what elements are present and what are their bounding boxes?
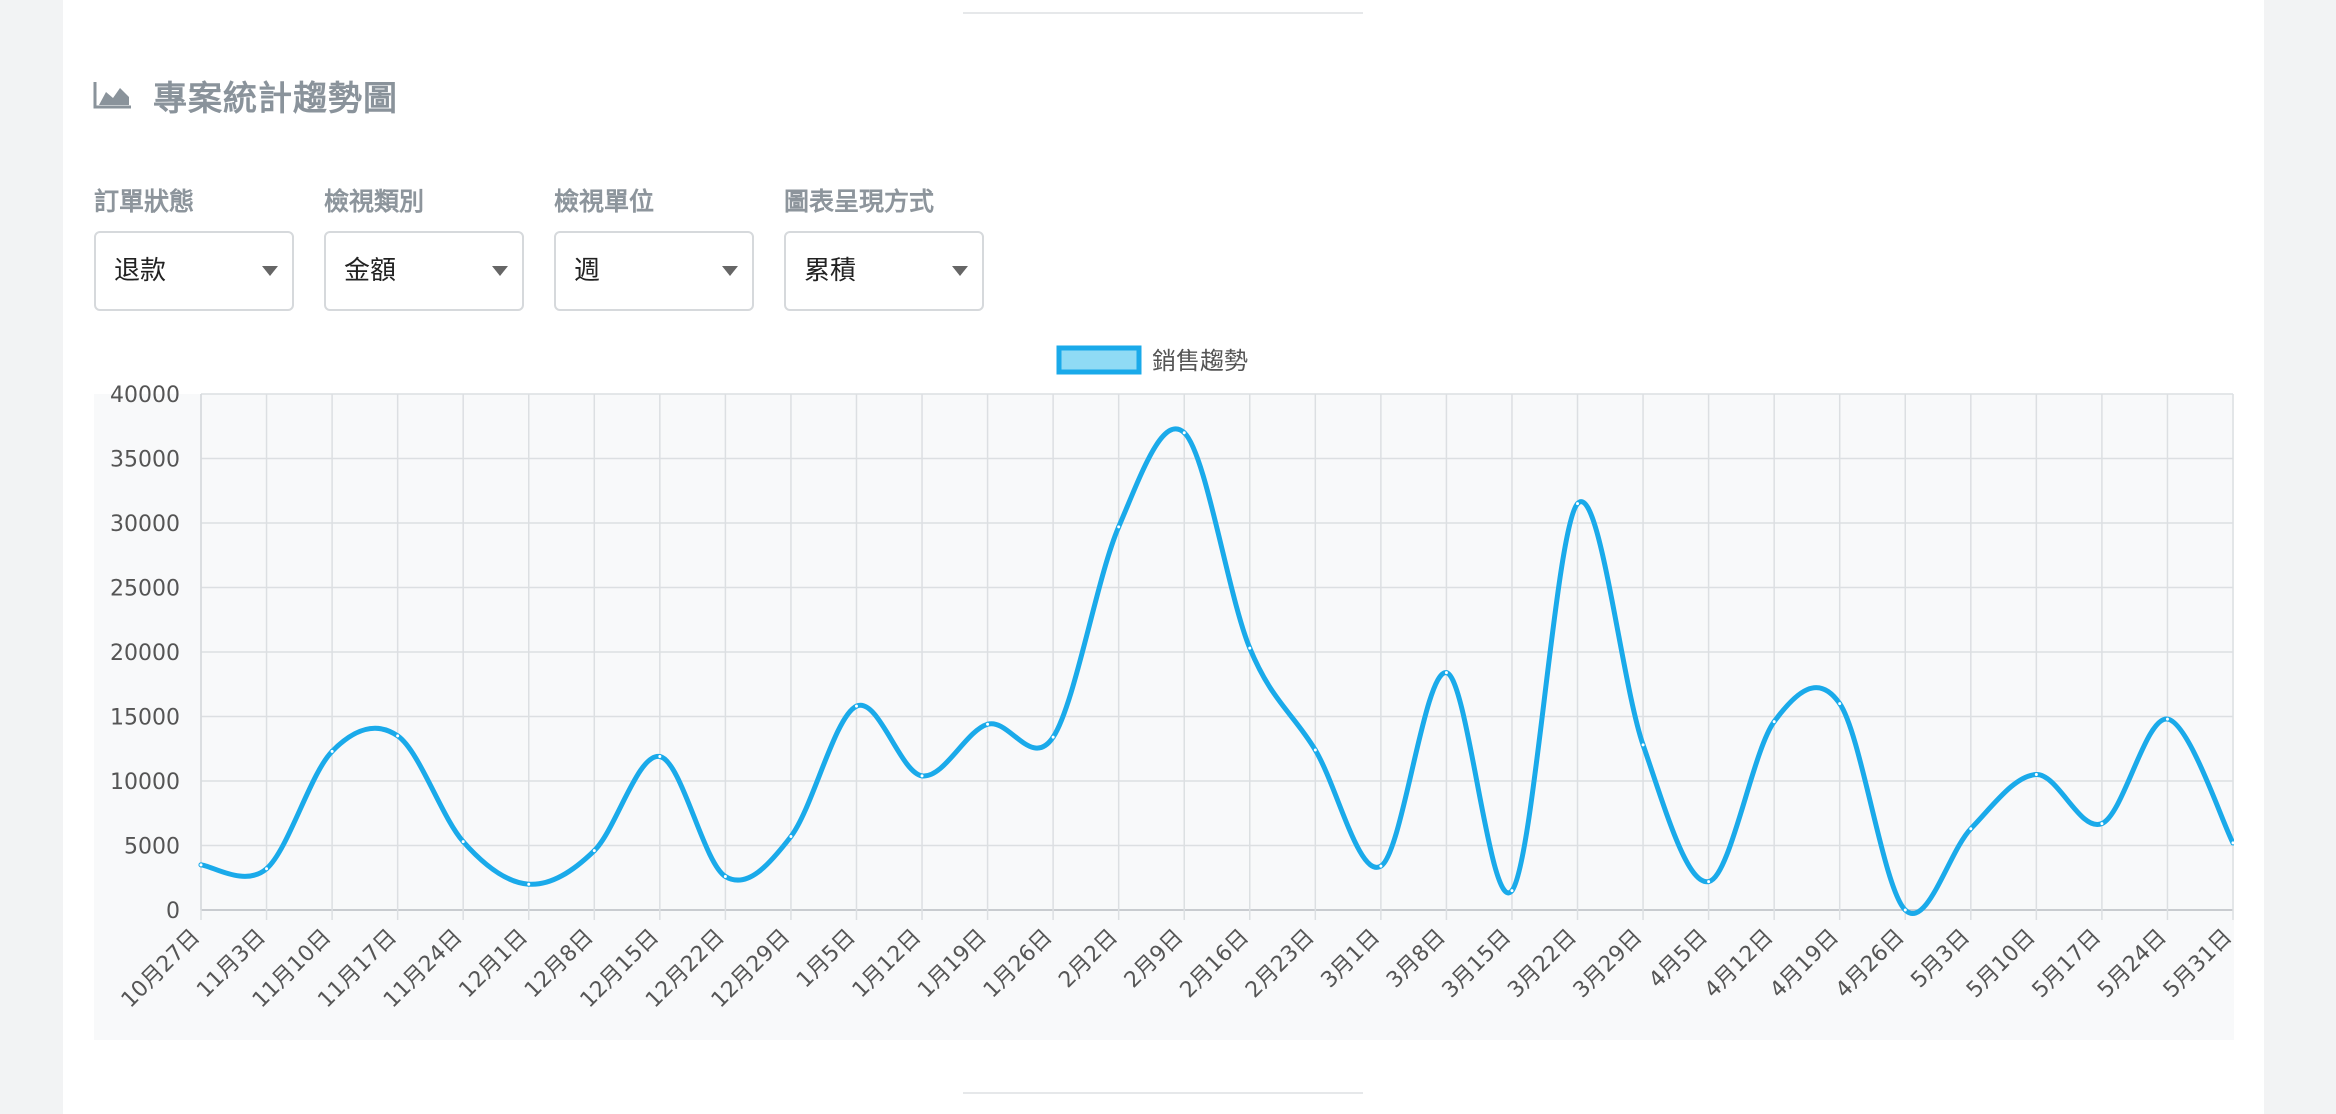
data-point [1837,701,1843,707]
data-point [1575,501,1581,507]
y-tick-label: 10000 [110,770,180,795]
y-tick-label: 5000 [124,835,180,860]
data-point [264,866,270,872]
data-point [2033,772,2039,778]
select-value: 退款 [114,256,167,286]
y-tick-label: 20000 [110,641,180,666]
legend-label: 銷售趨勢 [1152,347,1248,375]
chart-legend: 銷售趨勢 [1056,345,1248,375]
bottom-divider [963,1092,1363,1094]
data-point [1771,719,1777,725]
y-tick-label: 30000 [110,512,180,537]
filter-chart-mode: 圖表呈現方式 累積 [784,182,984,311]
data-point [591,848,597,854]
data-point [985,721,991,727]
caret-down-icon [262,266,278,276]
chart-mode-select[interactable]: 累積 [784,231,984,311]
data-point [2164,716,2170,722]
filter-view-category: 檢視類別 金額 [324,182,524,311]
data-point [1902,907,1908,913]
data-point [1378,863,1384,869]
view-unit-select[interactable]: 週 [554,231,754,311]
select-value: 週 [574,256,601,286]
data-point [919,773,925,779]
caret-down-icon [952,266,968,276]
data-point [526,881,532,887]
data-point [1050,734,1056,740]
view-category-select[interactable]: 金額 [324,231,524,311]
caret-down-icon [722,266,738,276]
y-tick-label: 0 [166,899,180,924]
page-title: 專案統計趨勢圖 [153,78,398,119]
chart-svg: 0 5000 10000 15000 20000 25000 30000 35000 40000… [94,345,2234,1040]
data-point [198,862,204,868]
filter-label: 圖表呈現方式 [784,187,935,216]
data-point [1640,742,1646,748]
y-tick-label: 35000 [110,448,180,473]
data-point [1116,524,1122,530]
data-point [2230,840,2234,846]
section-header: 專案統計趨勢圖 [93,70,398,120]
y-tick-label: 40000 [110,383,180,408]
data-point [1443,670,1449,676]
data-point [2099,821,2105,827]
y-tick-label: 15000 [110,706,180,731]
data-point [1247,645,1253,651]
top-divider [963,12,1363,14]
data-point [395,733,401,739]
data-point [329,748,335,754]
data-point [788,833,794,839]
data-point [1312,747,1318,753]
data-point [722,873,728,879]
filter-label: 檢視單位 [554,187,655,216]
filter-label: 檢視類別 [324,187,425,216]
data-point [1706,879,1712,885]
area-chart-icon [93,82,131,109]
filter-order-status: 訂單狀態 退款 [94,182,294,311]
y-tick-label: 25000 [110,577,180,602]
filter-view-unit: 檢視單位 週 [554,182,754,311]
data-point [460,839,466,845]
data-point [1509,888,1515,894]
data-point [853,703,859,709]
order-status-select[interactable]: 退款 [94,231,294,311]
data-point [657,753,663,759]
data-point [1181,430,1187,436]
select-value: 金額 [344,256,397,286]
filter-label: 訂單狀態 [94,187,195,216]
caret-down-icon [492,266,508,276]
select-value: 累積 [804,256,857,286]
trend-chart: 0 5000 10000 15000 20000 25000 30000 35000 40000… [94,336,2234,1040]
data-point [1968,826,1974,832]
legend-swatch [1056,345,1142,375]
